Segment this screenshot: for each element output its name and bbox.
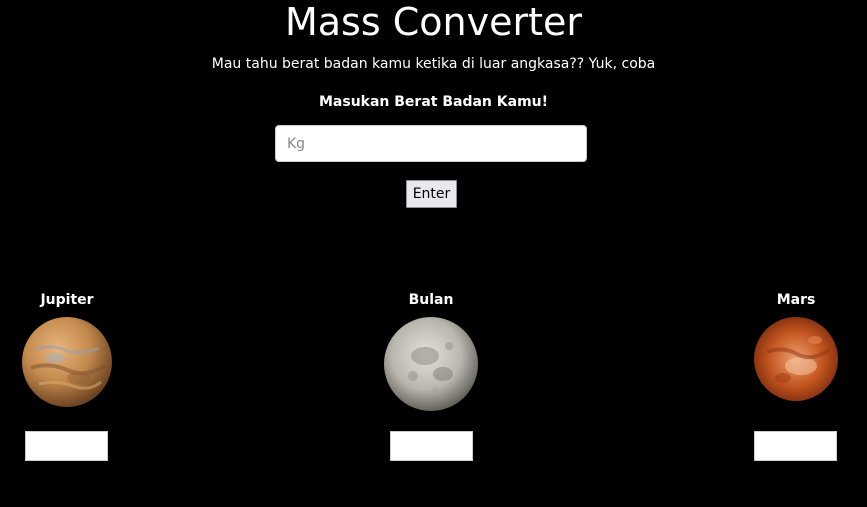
planet-name-mars: Mars (776, 292, 816, 308)
jupiter-image (22, 317, 112, 407)
planet-name-jupiter: Jupiter (40, 292, 94, 308)
weight-prompt-label: Masukan Berat Badan Kamu! (318, 94, 549, 110)
page: Mass Converter Mau tahu berat badan kamu… (0, 0, 867, 507)
mars-image (754, 317, 838, 401)
planet-mars: Mars (726, 290, 866, 402)
planet-name-bulan: Bulan (408, 292, 454, 308)
enter-button[interactable]: Enter (406, 180, 457, 208)
moon-image (384, 317, 478, 411)
planet-jupiter: Jupiter (0, 290, 137, 408)
bulan-result-field[interactable] (390, 431, 473, 461)
jupiter-result-field[interactable] (25, 431, 108, 461)
planet-bulan: Bulan (361, 290, 501, 412)
page-subtitle: Mau tahu berat badan kamu ketika di luar… (211, 56, 656, 72)
mars-result-field[interactable] (754, 431, 837, 461)
page-title: Mass Converter (284, 0, 582, 44)
weight-input[interactable] (275, 125, 587, 162)
